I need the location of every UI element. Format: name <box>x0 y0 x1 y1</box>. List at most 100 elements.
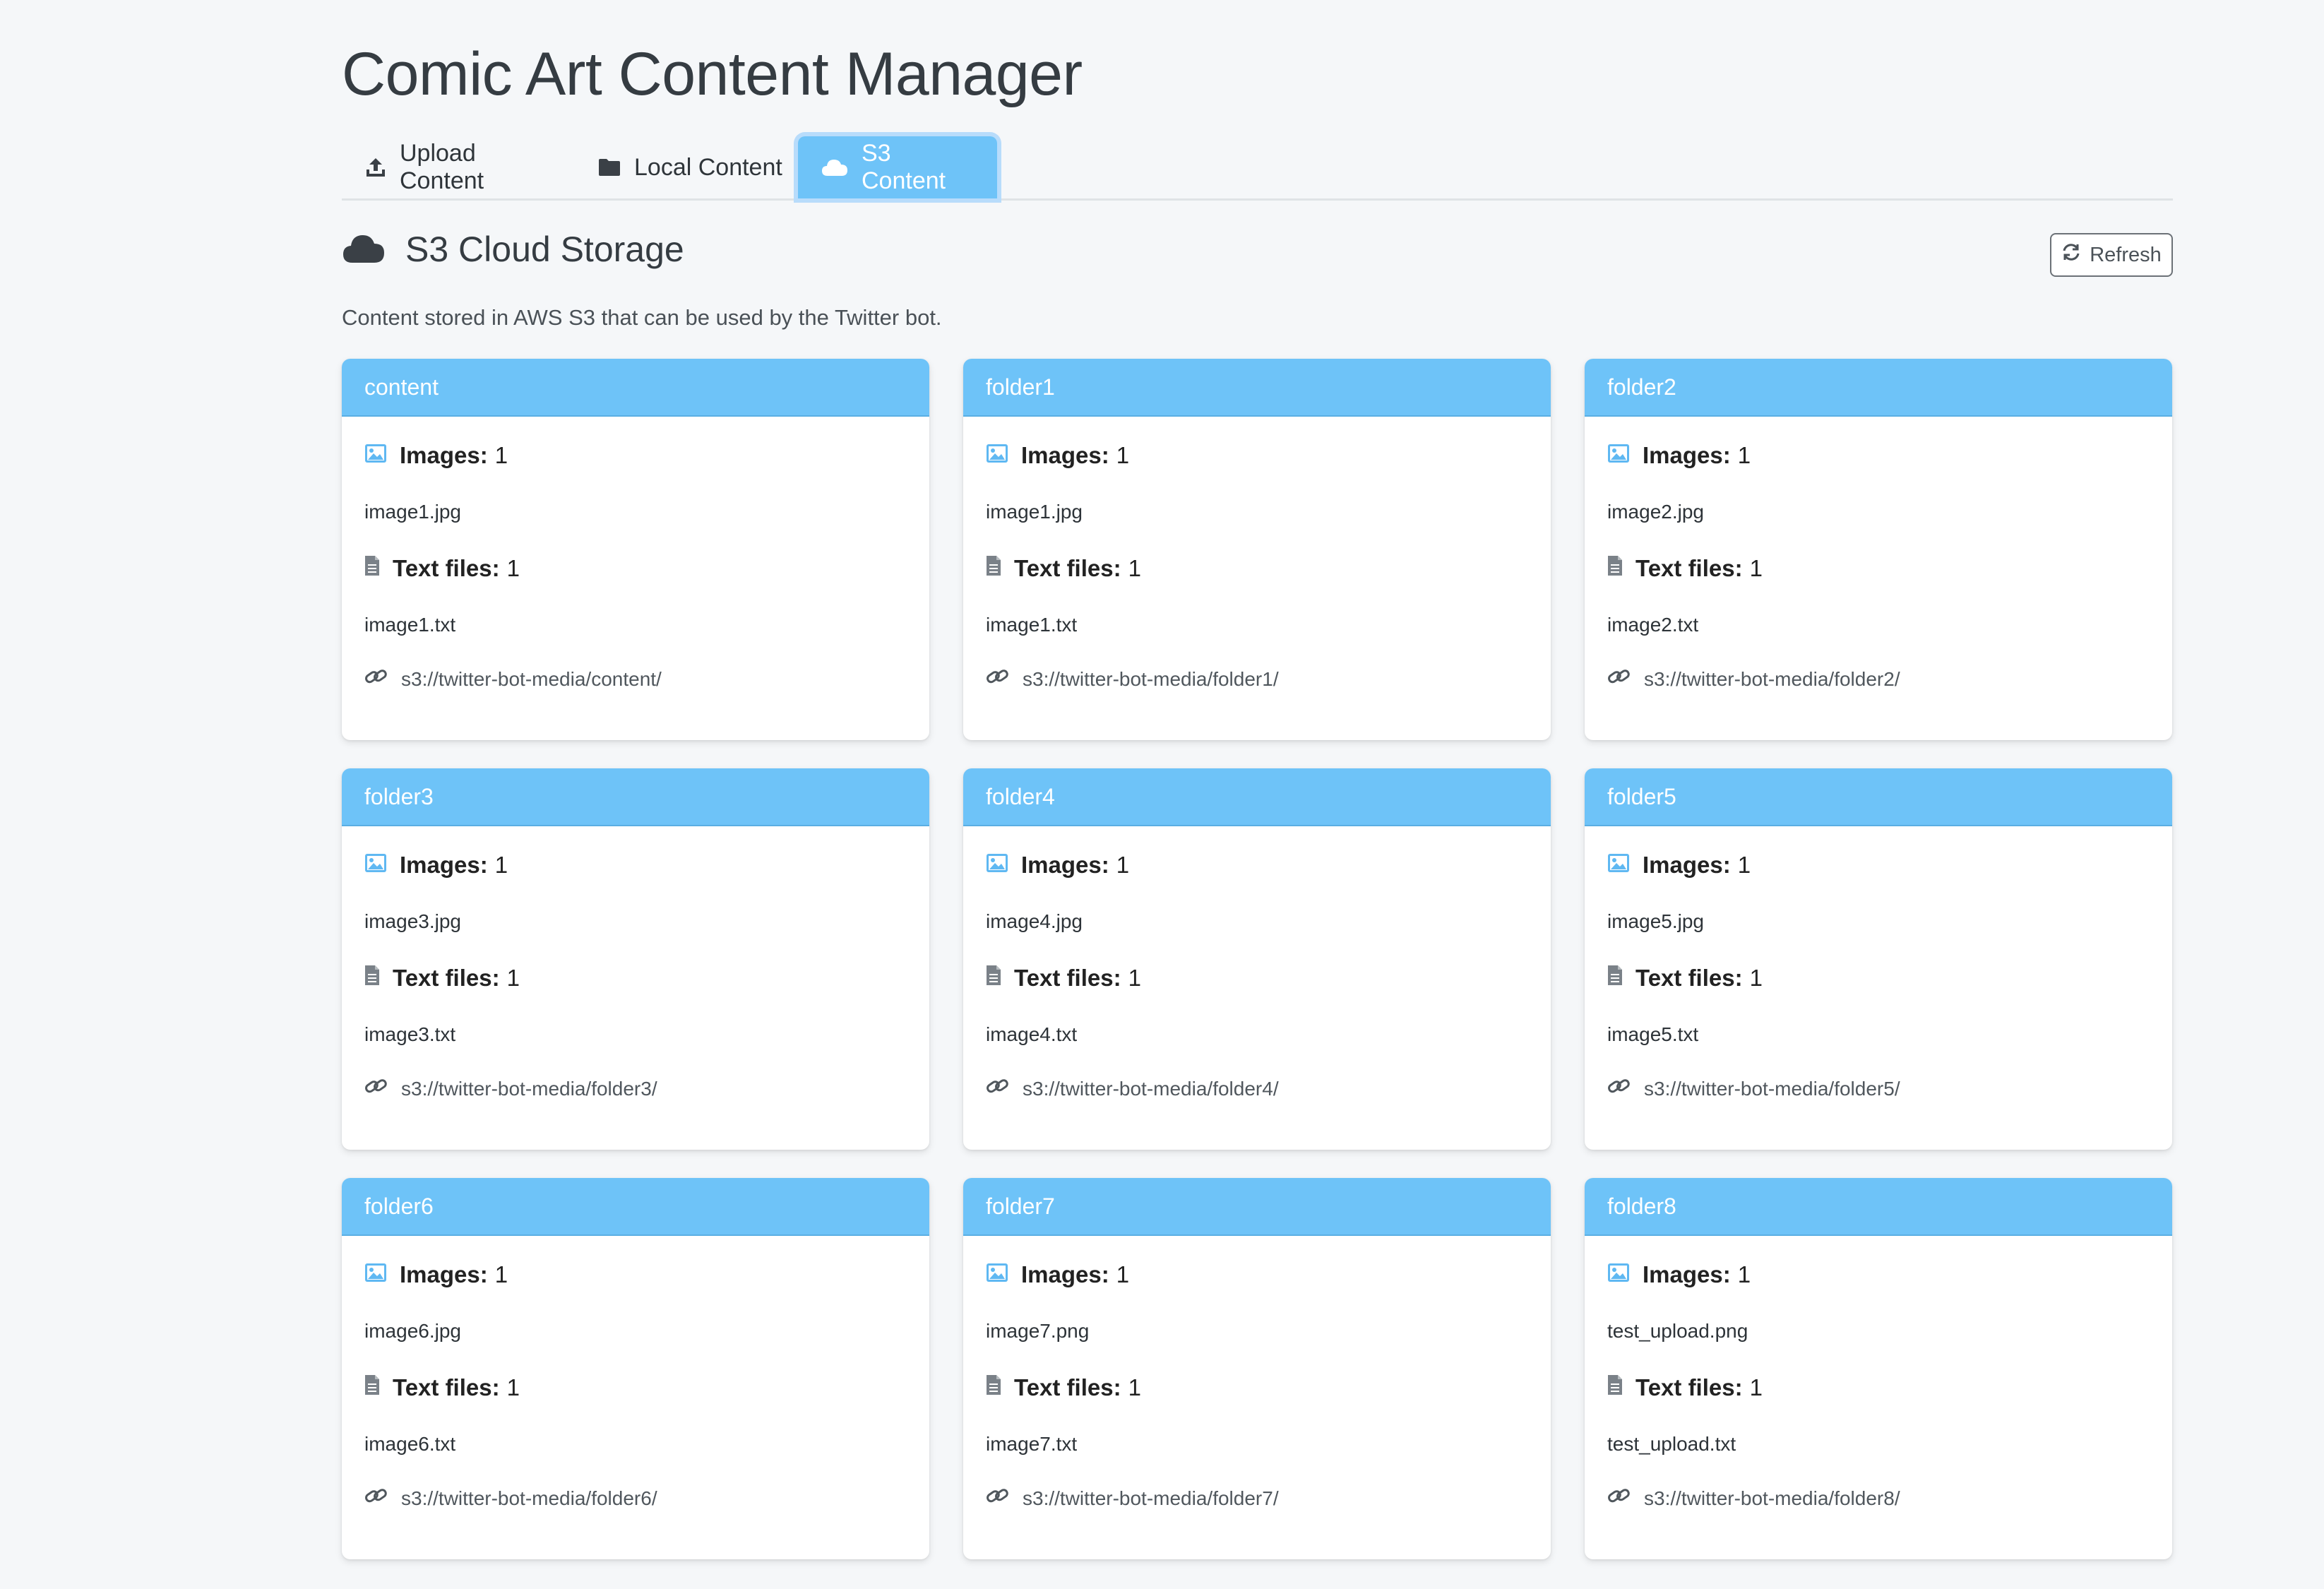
text-filename: image7.txt <box>986 1433 1078 1455</box>
folder-icon <box>597 157 621 178</box>
text-files-label: Text files: <box>1014 555 1121 581</box>
images-row: Images: 1 <box>364 442 508 469</box>
tab-label: Local Content <box>634 153 782 181</box>
tab-local-content[interactable]: Local Content <box>575 136 808 198</box>
text-files-label: Text files: <box>1014 1374 1121 1400</box>
images-label: Images: <box>1021 1261 1109 1287</box>
section-header: S3 Cloud Storage Refresh <box>342 225 2173 281</box>
tab-s3-content[interactable]: S3 Content <box>798 136 997 198</box>
file-text-icon <box>364 965 380 992</box>
text-files-row: Text files: 1 <box>1607 1374 1763 1401</box>
s3-path: s3://twitter-bot-media/folder2/ <box>1644 667 1900 690</box>
link-icon <box>1607 1486 1631 1511</box>
file-text-icon <box>364 1374 380 1401</box>
s3-path: s3://twitter-bot-media/folder8/ <box>1644 1487 1900 1509</box>
folder-card-folder2: folder2 Images: 1 image2.jpg Text files:… <box>1585 359 2172 740</box>
text-files-count: 1 <box>506 555 520 581</box>
tab-upload-content[interactable]: Upload Content <box>342 136 566 198</box>
text-files-row: Text files: 1 <box>364 555 520 582</box>
images-row: Images: 1 <box>1607 1261 1751 1288</box>
images-count: 1 <box>1737 1261 1751 1287</box>
image-icon <box>986 1261 1008 1288</box>
s3-path-row: s3://twitter-bot-media/folder4/ <box>986 1076 1279 1101</box>
file-text-icon <box>986 965 1001 992</box>
text-files-row: Text files: 1 <box>1607 555 1763 582</box>
text-files-label: Text files: <box>1635 555 1743 581</box>
text-filename: test_upload.txt <box>1607 1433 1736 1455</box>
folder-name: folder5 <box>1585 768 2172 826</box>
refresh-icon <box>2061 242 2081 268</box>
link-icon <box>1607 1076 1631 1101</box>
folder-card-folder1: folder1 Images: 1 image1.jpg Text files:… <box>963 359 1551 740</box>
s3-path-row: s3://twitter-bot-media/folder6/ <box>364 1486 657 1511</box>
text-files-row: Text files: 1 <box>986 1374 1141 1401</box>
text-files-label: Text files: <box>1635 965 1743 991</box>
text-files-count: 1 <box>1749 555 1763 581</box>
image-icon <box>1607 852 1630 879</box>
text-filename: image3.txt <box>364 1023 456 1045</box>
link-icon <box>1607 667 1631 691</box>
text-filename: image5.txt <box>1607 1023 1699 1045</box>
text-filename: image1.txt <box>986 614 1078 636</box>
image-icon <box>364 1261 387 1288</box>
image-icon <box>986 442 1008 469</box>
s3-path-row: s3://twitter-bot-media/folder1/ <box>986 667 1279 691</box>
text-files-row: Text files: 1 <box>986 965 1141 992</box>
images-count: 1 <box>494 852 508 878</box>
text-files-count: 1 <box>1128 965 1141 991</box>
image-icon <box>1607 1261 1630 1288</box>
file-text-icon <box>1607 965 1623 992</box>
images-count: 1 <box>1116 442 1130 468</box>
text-files-row: Text files: 1 <box>364 965 520 992</box>
images-label: Images: <box>1021 852 1109 878</box>
link-icon <box>364 1486 388 1511</box>
folder-name: content <box>342 359 929 417</box>
folder-card-folder8: folder8 Images: 1 test_upload.png Text f… <box>1585 1178 2172 1559</box>
text-files-label: Text files: <box>1014 965 1121 991</box>
link-icon <box>364 667 388 691</box>
folder-name: folder3 <box>342 768 929 826</box>
text-files-count: 1 <box>1749 1374 1763 1400</box>
folder-card-folder7: folder7 Images: 1 image7.png Text files:… <box>963 1178 1551 1559</box>
cloud-icon <box>342 232 386 269</box>
link-icon <box>986 667 1010 691</box>
folder-card-content: content Images: 1 image1.jpg Text files:… <box>342 359 929 740</box>
section-title: S3 Cloud Storage <box>405 230 684 269</box>
tab-label: Upload Content <box>400 140 484 194</box>
folder-name: folder2 <box>1585 359 2172 417</box>
s3-path: s3://twitter-bot-media/folder7/ <box>1023 1487 1279 1509</box>
s3-path: s3://twitter-bot-media/folder4/ <box>1023 1077 1279 1100</box>
text-files-row: Text files: 1 <box>364 1374 520 1401</box>
folder-card-folder6: folder6 Images: 1 image6.jpg Text files:… <box>342 1178 929 1559</box>
text-files-count: 1 <box>1128 555 1141 581</box>
image-filename: image1.jpg <box>364 501 461 523</box>
tab-bar: Upload Content Local Content S3 Content <box>342 136 2173 201</box>
refresh-button[interactable]: Refresh <box>2050 233 2173 277</box>
images-count: 1 <box>1116 1261 1130 1287</box>
text-files-count: 1 <box>1128 1374 1141 1400</box>
cloud-icon <box>821 157 849 178</box>
image-filename: image1.jpg <box>986 501 1083 523</box>
images-row: Images: 1 <box>364 1261 508 1288</box>
file-text-icon <box>986 1374 1001 1401</box>
s3-path: s3://twitter-bot-media/content/ <box>401 667 662 690</box>
images-label: Images: <box>1643 852 1731 878</box>
tab-label: S3 Content <box>862 140 946 194</box>
folder-name: folder8 <box>1585 1178 2172 1236</box>
s3-path-row: s3://twitter-bot-media/folder8/ <box>1607 1486 1900 1511</box>
s3-path-row: s3://twitter-bot-media/folder7/ <box>986 1486 1279 1511</box>
s3-path-row: s3://twitter-bot-media/content/ <box>364 667 662 691</box>
image-filename: image3.jpg <box>364 910 461 932</box>
upload-icon <box>364 156 387 179</box>
images-label: Images: <box>400 442 488 468</box>
folder-name: folder7 <box>963 1178 1551 1236</box>
images-label: Images: <box>1643 1261 1731 1287</box>
text-files-count: 1 <box>506 965 520 991</box>
images-count: 1 <box>1737 442 1751 468</box>
images-row: Images: 1 <box>986 852 1129 879</box>
image-filename: image2.jpg <box>1607 501 1704 523</box>
images-row: Images: 1 <box>986 1261 1129 1288</box>
text-files-label: Text files: <box>393 1374 500 1400</box>
s3-path: s3://twitter-bot-media/folder6/ <box>401 1487 657 1509</box>
folder-card-folder3: folder3 Images: 1 image3.jpg Text files:… <box>342 768 929 1150</box>
